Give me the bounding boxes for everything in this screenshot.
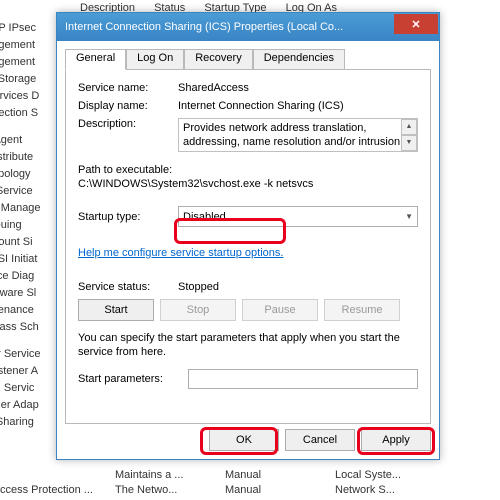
close-button[interactable]: ✕	[394, 14, 438, 34]
description-label: Description:	[78, 118, 178, 130]
tab-body-general: Service name: SharedAccess Display name:…	[65, 70, 431, 424]
start-button[interactable]: Start	[78, 299, 154, 321]
start-params-label: Start parameters:	[78, 373, 188, 385]
service-name-value: SharedAccess	[178, 82, 418, 94]
tab-logon[interactable]: Log On	[126, 49, 184, 69]
properties-dialog: Internet Connection Sharing (ICS) Proper…	[56, 12, 440, 460]
ok-button[interactable]: OK	[209, 429, 279, 451]
svc-desc: Maintains a ...	[115, 468, 225, 483]
description-text: Provides network address translation, ad…	[183, 122, 400, 152]
svc-name[interactable]: ccess Protection ...	[0, 483, 115, 498]
display-name-label: Display name:	[78, 100, 178, 112]
startup-type-select[interactable]: Disabled ▼	[178, 206, 418, 227]
svc-startup: Manual	[225, 468, 335, 483]
dialog-title: Internet Connection Sharing (ICS) Proper…	[65, 21, 394, 33]
path-label: Path to executable:	[78, 164, 418, 176]
start-params-input[interactable]	[188, 369, 418, 389]
cancel-button[interactable]: Cancel	[285, 429, 355, 451]
tab-general[interactable]: General	[65, 49, 126, 70]
startup-type-label: Startup type:	[78, 211, 178, 223]
titlebar[interactable]: Internet Connection Sharing (ICS) Proper…	[57, 13, 439, 41]
svc-desc: The Netwo...	[115, 483, 225, 498]
service-name-label: Service name:	[78, 82, 178, 94]
startup-type-value: Disabled	[183, 211, 226, 223]
path-value: C:\WINDOWS\System32\svchost.exe -k netsv…	[78, 178, 418, 190]
svc-logon: Local Syste...	[335, 468, 445, 483]
desc-scroll-up[interactable]: ▲	[401, 119, 417, 135]
help-link[interactable]: Help me configure service startup option…	[78, 247, 283, 259]
start-params-note: You can specify the start parameters tha…	[78, 331, 418, 359]
tab-strip: General Log On Recovery Dependencies	[65, 49, 431, 70]
desc-scroll-down[interactable]: ▼	[401, 135, 417, 151]
stop-button: Stop	[160, 299, 236, 321]
description-box: Provides network address translation, ad…	[178, 118, 418, 152]
pause-button: Pause	[242, 299, 318, 321]
svc-name[interactable]	[0, 468, 115, 483]
service-status-label: Service status:	[78, 281, 178, 293]
service-status-value: Stopped	[178, 281, 418, 293]
tab-dependencies[interactable]: Dependencies	[253, 49, 345, 69]
display-name-value: Internet Connection Sharing (ICS)	[178, 100, 418, 112]
svc-startup: Manual	[225, 483, 335, 498]
svc-logon: Network S...	[335, 483, 445, 498]
chevron-down-icon: ▼	[405, 212, 413, 221]
resume-button: Resume	[324, 299, 400, 321]
tab-recovery[interactable]: Recovery	[184, 49, 252, 69]
apply-button[interactable]: Apply	[361, 429, 431, 451]
